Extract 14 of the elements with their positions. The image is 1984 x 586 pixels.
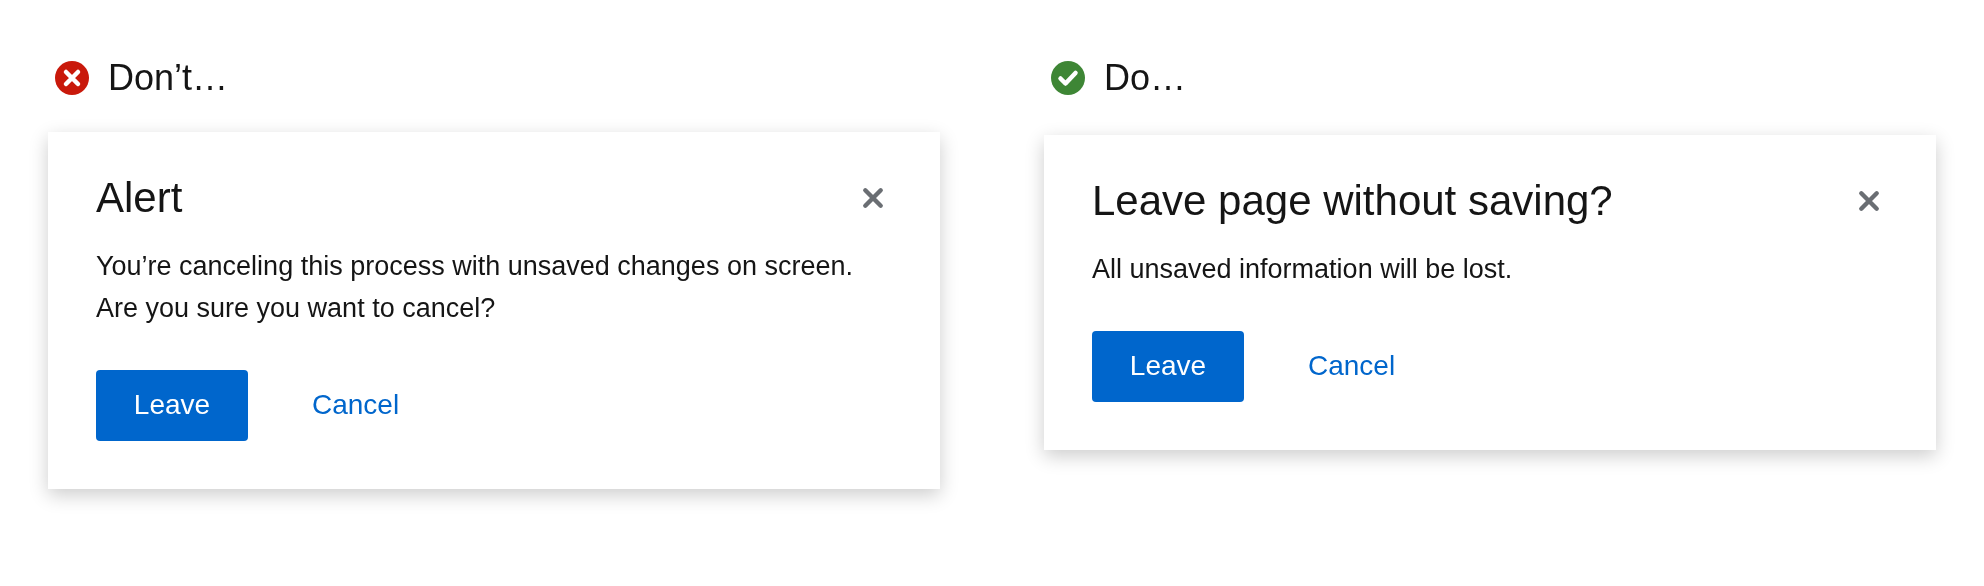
leave-button[interactable]: Leave <box>1092 330 1244 402</box>
check-icon <box>1050 60 1086 96</box>
leave-button[interactable]: Leave <box>96 369 248 441</box>
dialog-title: Alert <box>96 174 183 222</box>
error-icon <box>54 60 90 96</box>
cancel-link[interactable]: Cancel <box>288 389 424 422</box>
close-icon[interactable] <box>1858 190 1880 212</box>
dialog-message: You’re canceling this process with unsaved changes on screen. Are you sure you want to cancel? <box>96 250 854 325</box>
example-heading: Don’t… <box>108 57 229 99</box>
dialog-message: All unsaved information will be lost. <box>1092 253 1514 286</box>
close-icon[interactable] <box>862 187 884 209</box>
dialog-title: Leave page without saving? <box>1092 177 1613 225</box>
example-heading: Do… <box>1104 57 1187 99</box>
cancel-link[interactable]: Cancel <box>1284 350 1420 383</box>
